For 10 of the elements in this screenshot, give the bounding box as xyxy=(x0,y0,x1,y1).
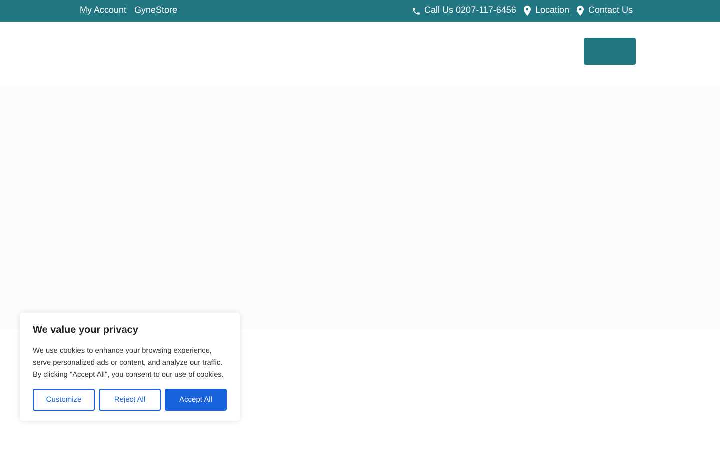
top-bar-link[interactable]: GyneStore xyxy=(134,4,178,18)
top-bar-link[interactable]: Contact Us xyxy=(577,4,633,18)
top-bar-link[interactable]: Location xyxy=(524,4,570,18)
header-button[interactable] xyxy=(584,38,636,65)
map-pin-icon xyxy=(577,6,584,16)
map-pin-icon xyxy=(524,6,532,16)
phone-icon xyxy=(412,6,421,16)
banner-title: We value your privacy xyxy=(33,324,140,338)
top-bar-link[interactable]: My Account xyxy=(80,4,127,18)
top-bar-link[interactable]: Call Us 0207-117-6456 xyxy=(412,4,516,18)
